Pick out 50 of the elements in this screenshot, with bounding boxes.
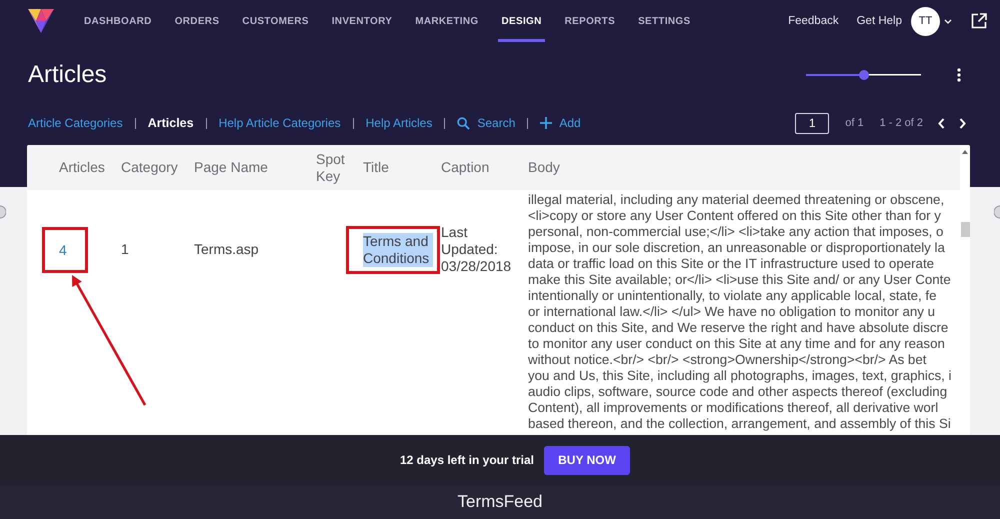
search-icon [457, 116, 470, 130]
page-title: Articles [28, 61, 107, 89]
column-header: Spot Key [316, 150, 346, 184]
table-cell-text: Last Updated: 03/28/2018 [441, 224, 512, 275]
nav-tab[interactable]: ORDERS [172, 0, 222, 42]
scroll-thumb[interactable] [960, 222, 970, 237]
edge-handle-icon[interactable] [994, 205, 1000, 219]
slider-thumb[interactable] [858, 70, 868, 80]
column-header: Caption [441, 159, 490, 176]
column-header: Title [363, 159, 390, 176]
search-button[interactable]: Search [457, 116, 516, 130]
edge-handle-icon[interactable] [0, 205, 6, 219]
column-header: Body [528, 159, 561, 176]
external-link-icon[interactable] [971, 13, 987, 29]
nav-tab[interactable]: INVENTORY [328, 0, 396, 42]
column-header: Articles [59, 159, 106, 176]
table-cell: 1 [121, 241, 129, 258]
nav-link[interactable]: Feedback [788, 15, 839, 27]
nav-tab[interactable]: MARKETING [412, 0, 482, 42]
nav-link[interactable]: Get Help [856, 15, 902, 27]
column-header: Category [121, 159, 179, 176]
page-number-field[interactable]: 1 [795, 112, 830, 134]
chevron-right-icon[interactable] [959, 118, 966, 128]
nav-tab[interactable]: REPORTS [562, 0, 618, 42]
nav-tab[interactable]: CUSTOMERS [239, 0, 312, 42]
avatar-button[interactable]: TT [911, 6, 940, 36]
scroll-up-arrow-icon[interactable] [962, 150, 968, 154]
column-header: Page Name [194, 159, 269, 176]
subnav-tab[interactable]: Articles [148, 116, 194, 130]
body-text: illegal material, including any material deemed threatening or obscene, <li>copy or store any User Content offered on this Site other than for y personal, non-commercial use;</li> <li>take any action that imposes, o impose, in our sole discretion, an unreasonable or disproportionately la data or traffic load on this Site or the IT infrastructure used to operate make this Site available; or</li> <li>use this Site and/ or any User Conte intentionally or unintentionally, to violate any applicable local, state, fe or international law.</li> </ul> We have no obligation to monitor any u conduct on this Site, and We reserve the right and have absolute discre to monitor any user conduct on this Site at any time and for any reason without notice.<br/> <br/> <strong>Ownership</strong><br/> As bet you and Us, this Site, including all photographs, images, text, graphics, i audio clips, software, source code and other aspects thereof (excluding Content), all improvements or modifications thereof, all derivative worl based thereon, and the collection, arrangement, and assembly of this Si [528, 192, 953, 432]
trial-message: 12 days left in your trial [400, 453, 534, 467]
subnav-tab[interactable]: Help Articles [366, 116, 432, 130]
logo-icon[interactable] [27, 7, 55, 35]
add-button[interactable]: Add [540, 116, 581, 130]
table-cell: Terms.asp [194, 241, 259, 258]
nav-tab[interactable]: DASHBOARD [81, 0, 155, 42]
nav-tab[interactable]: DESIGN [498, 0, 545, 42]
page-range: 1 - 2 of 2 [880, 117, 923, 129]
more-menu-icon[interactable] [957, 68, 961, 82]
page-count: of 1 [845, 117, 864, 129]
chevron-left-icon[interactable] [938, 118, 945, 128]
plus-icon [540, 117, 552, 129]
table-cell: Terms and Conditions [363, 232, 433, 266]
nav-tab[interactable]: SETTINGS [635, 0, 694, 42]
subnav-tab[interactable]: Article Categories [28, 116, 123, 130]
subnav-tab[interactable]: Help Article Categories [218, 116, 341, 130]
chevron-down-icon[interactable] [944, 18, 952, 24]
buy-now-button[interactable]: BUY NOW [544, 446, 630, 474]
caption-text: TermsFeed [457, 492, 543, 512]
article-count-link[interactable]: 4 [59, 242, 67, 258]
